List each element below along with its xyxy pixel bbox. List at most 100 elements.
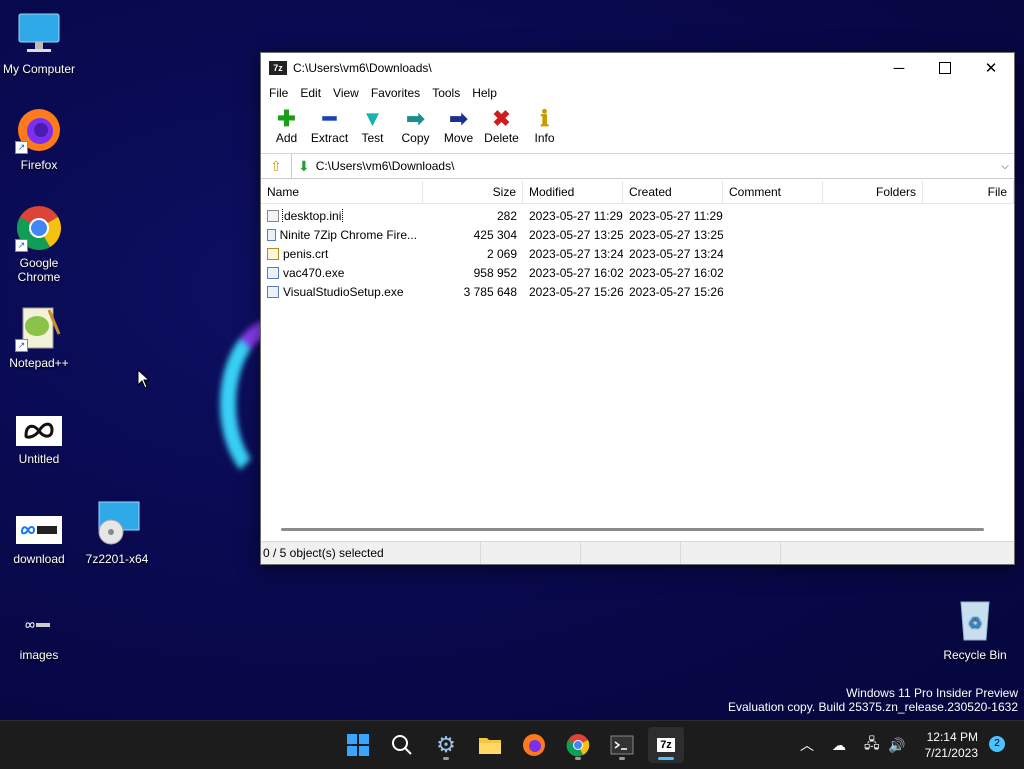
status-pane [481, 542, 581, 564]
file-created: 2023-05-27 15:26 [629, 284, 723, 299]
recycle-bin-icon: ♻ [951, 596, 999, 644]
desktop-icon-google-chrome[interactable]: ↗ Google Chrome [0, 204, 78, 284]
firefox-icon [523, 734, 545, 756]
column-header-created[interactable]: Created [623, 181, 723, 203]
menu-tools[interactable]: Tools [426, 86, 466, 100]
column-header-name[interactable]: Name [261, 181, 423, 203]
windows-logo-icon [347, 734, 369, 756]
table-row[interactable]: vac470.exe 958 952 2023-05-27 16:02 2023… [261, 263, 1014, 282]
desktop-icon-recycle-bin[interactable]: ♻ Recycle Bin [936, 596, 1014, 662]
file-name: desktop.ini [281, 208, 344, 223]
close-button[interactable]: ✕ [968, 53, 1014, 83]
column-header-folders[interactable]: Folders [823, 181, 923, 203]
active-indicator [658, 757, 674, 760]
taskbar-file-explorer[interactable] [472, 727, 508, 763]
test-button[interactable]: ▼ Test [351, 103, 394, 146]
show-hidden-icons-button[interactable]: ︿ [800, 721, 814, 769]
table-row[interactable]: penis.crt 2 069 2023-05-27 13:24 2023-05… [261, 244, 1014, 263]
folder-icon [479, 738, 501, 754]
address-input[interactable]: ⬇ C:\Users\vm6\Downloads\ ⌵ [292, 155, 1014, 177]
start-button[interactable] [340, 727, 376, 763]
desktop: My Computer ↗ Firefox ↗ Google Chrome ↗ … [0, 0, 1024, 720]
file-list[interactable]: Name Size Modified Created Comment Folde… [261, 181, 1014, 539]
file-size: 282 [496, 208, 517, 223]
minimize-button[interactable]: ─ [876, 53, 922, 83]
taskbar-7zip[interactable]: 7z [648, 727, 684, 763]
terminal-icon [610, 735, 634, 755]
delete-button[interactable]: ✖ Delete [480, 103, 523, 146]
info-icon: ℹ [540, 106, 549, 131]
desktop-icon-7z-installer[interactable]: 7z2201-x64 [78, 500, 156, 566]
onedrive-status[interactable]: ☁ [832, 721, 846, 769]
running-indicator [619, 757, 625, 760]
menu-help[interactable]: Help [466, 86, 503, 100]
notepad-plus-plus-icon: ↗ [15, 304, 63, 352]
table-row[interactable]: VisualStudioSetup.exe 3 785 648 2023-05-… [261, 282, 1014, 301]
file-modified: 2023-05-27 11:29 [529, 208, 623, 223]
check-icon: ▼ [361, 106, 384, 131]
gear-icon: ⚙ [436, 732, 456, 757]
ini-file-icon [267, 209, 279, 222]
menu-file[interactable]: File [263, 86, 294, 100]
move-arrow-icon: ➡ [449, 106, 468, 131]
desktop-icon-images[interactable]: images [0, 610, 78, 662]
desktop-icon-my-computer[interactable]: My Computer [0, 10, 78, 76]
extract-button[interactable]: ━ Extract [308, 103, 351, 146]
taskbar-chrome[interactable] [560, 727, 596, 763]
desktop-icon-untitled[interactable]: Untitled [0, 412, 78, 466]
shortcut-arrow-icon: ↗ [15, 339, 28, 352]
menu-edit[interactable]: Edit [294, 86, 327, 100]
running-indicator [575, 757, 581, 760]
mouse-cursor-icon [137, 369, 149, 389]
file-created: 2023-05-27 11:29 [629, 208, 723, 223]
maximize-button[interactable] [922, 53, 968, 83]
file-modified: 2023-05-27 13:24 [529, 246, 623, 261]
certificate-file-icon [267, 247, 279, 260]
table-row[interactable]: Ninite 7Zip Chrome Fire... 425 304 2023-… [261, 225, 1014, 244]
clock-date: 7/21/2023 [924, 746, 978, 760]
info-button[interactable]: ℹ Info [523, 103, 566, 146]
column-header-modified[interactable]: Modified [523, 181, 623, 203]
copy-button[interactable]: ➡ Copy [394, 103, 437, 146]
file-created: 2023-05-27 16:02 [629, 265, 723, 280]
clock[interactable]: 12:14 PM 7/21/2023 [925, 729, 978, 761]
column-header-files[interactable]: File [923, 181, 1014, 203]
desktop-icon-download[interactable]: download [0, 512, 78, 566]
file-size: 3 785 648 [463, 284, 517, 299]
installer-icon [93, 500, 141, 548]
windows-watermark: Windows 11 Pro Insider Preview Evaluatio… [728, 686, 1018, 714]
file-size: 425 304 [473, 227, 517, 242]
close-icon: ✕ [984, 60, 998, 77]
column-header-size[interactable]: Size [423, 181, 523, 203]
notification-badge[interactable]: 2 [989, 736, 1005, 752]
minus-icon: ━ [322, 106, 337, 131]
taskbar-firefox[interactable] [516, 727, 552, 763]
7zip-file-manager-window[interactable]: 7z C:\Users\vm6\Downloads\ ─ ✕ File Edit… [260, 52, 1015, 565]
desktop-icon-notepad-plus-plus[interactable]: ↗ Notepad++ [0, 304, 78, 370]
maximize-icon [939, 62, 951, 74]
cloud-offline-icon: ☁ [832, 736, 846, 753]
taskbar-terminal[interactable] [604, 727, 640, 763]
chevron-down-icon[interactable]: ⌵ [996, 161, 1014, 172]
copy-arrow-icon: ➡ [406, 106, 425, 131]
search-button[interactable] [384, 727, 420, 763]
add-button[interactable]: ✚ Add [265, 103, 308, 146]
meta-image-icon [15, 512, 63, 548]
horizontal-scrollbar[interactable] [281, 528, 984, 531]
window-title: C:\Users\vm6\Downloads\ [293, 61, 432, 75]
desktop-icon-firefox[interactable]: ↗ Firefox [0, 106, 78, 172]
file-name: VisualStudioSetup.exe [283, 284, 404, 299]
file-created: 2023-05-27 13:25 [629, 227, 723, 242]
taskbar-settings[interactable]: ⚙ [428, 727, 464, 763]
move-button[interactable]: ➡ Move [437, 103, 480, 146]
up-folder-button[interactable]: ⇧ [261, 154, 292, 178]
network-status[interactable]: 🖧 [864, 721, 880, 769]
table-row[interactable]: desktop.ini 282 2023-05-27 11:29 2023-05… [261, 206, 1014, 225]
volume-control[interactable]: 🔊 [888, 721, 905, 769]
menu-favorites[interactable]: Favorites [365, 86, 426, 100]
exe-file-icon [267, 228, 276, 241]
menu-view[interactable]: View [327, 86, 365, 100]
column-header-comment[interactable]: Comment [723, 181, 823, 203]
window-titlebar[interactable]: 7z C:\Users\vm6\Downloads\ ─ ✕ [261, 53, 1014, 83]
file-modified: 2023-05-27 15:26 [529, 284, 623, 299]
